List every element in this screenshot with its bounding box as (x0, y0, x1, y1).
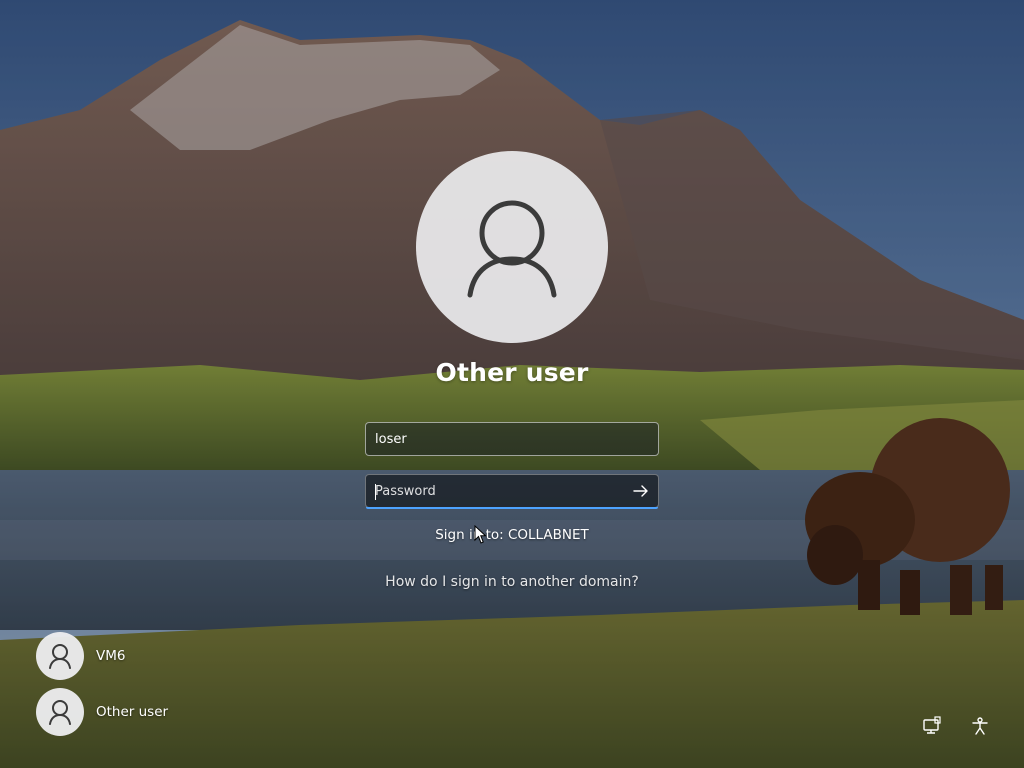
user-switch-item-other-user[interactable]: Other user (36, 688, 168, 736)
account-name: Other user (435, 358, 589, 387)
username-field[interactable] (365, 422, 659, 456)
user-switch-name: VM6 (96, 648, 126, 664)
accessibility-icon (972, 717, 988, 735)
network-button[interactable] (920, 714, 944, 738)
password-input[interactable] (366, 475, 658, 507)
password-field[interactable] (365, 474, 659, 509)
user-switcher-list: VM6 Other user (36, 632, 168, 744)
accessibility-button[interactable] (968, 714, 992, 738)
text-caret (375, 484, 376, 500)
user-icon (49, 644, 71, 669)
avatar (36, 688, 84, 736)
user-icon (49, 700, 71, 725)
avatar (36, 632, 84, 680)
arrow-right-icon (633, 485, 648, 497)
focus-underline (366, 507, 658, 509)
user-switch-name: Other user (96, 704, 169, 720)
network-icon (923, 716, 941, 734)
submit-button[interactable] (628, 479, 654, 503)
user-icon (467, 200, 557, 298)
sign-in-domain-text: Sign in to: COLLABNET (435, 527, 589, 543)
domain-help-link[interactable]: How do I sign in to another domain? (0, 574, 1024, 590)
account-avatar (416, 151, 608, 343)
user-switch-item-vm6[interactable]: VM6 (36, 632, 168, 680)
username-input[interactable] (366, 423, 658, 455)
mouse-cursor-icon (474, 525, 487, 544)
